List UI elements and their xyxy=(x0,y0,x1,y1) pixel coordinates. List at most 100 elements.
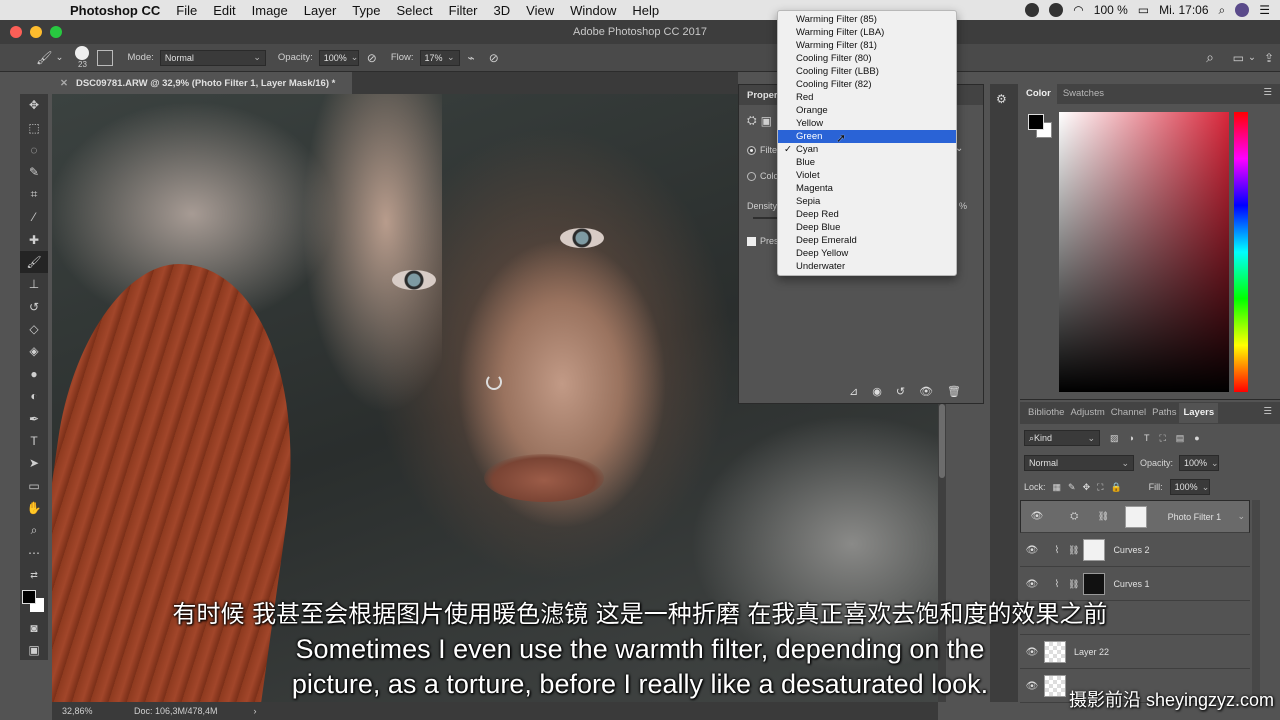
workspace-icon[interactable]: ▭ xyxy=(1233,51,1244,65)
battery-label[interactable]: 100 % xyxy=(1094,3,1128,17)
menu-3d[interactable]: 3D xyxy=(494,3,511,18)
adjustment-filter-icon[interactable]: ◑ xyxy=(1129,433,1134,443)
clock[interactable]: Mi. 17:06 xyxy=(1159,3,1208,17)
path-select-tool-icon[interactable]: ➤ xyxy=(20,452,48,474)
view-previous-icon[interactable]: ◉ xyxy=(872,385,882,398)
filter-option-deep-red[interactable]: Deep Red xyxy=(778,208,956,221)
filter-option-violet[interactable]: Violet xyxy=(778,169,956,182)
color-radio[interactable] xyxy=(747,171,756,181)
dodge-tool-icon[interactable]: ◐ xyxy=(20,385,48,407)
menu-filter[interactable]: Filter xyxy=(449,3,478,18)
tab-color[interactable]: Color xyxy=(1020,84,1057,104)
menu-select[interactable]: Select xyxy=(396,3,432,18)
color-option[interactable]: Colo xyxy=(747,171,779,181)
tab-paths[interactable]: Paths xyxy=(1149,403,1179,423)
swap-colors-icon[interactable]: ⇄ xyxy=(20,564,48,586)
close-window-button[interactable] xyxy=(10,26,22,38)
eyedropper-tool-icon[interactable]: ⁄ xyxy=(20,206,48,228)
fill-input[interactable]: 100% xyxy=(1169,479,1210,495)
filter-option-red[interactable]: Red xyxy=(778,91,956,104)
delete-icon[interactable]: 🗑 xyxy=(947,385,961,398)
zoom-level[interactable]: 32,86% xyxy=(62,706,134,716)
layer-row[interactable]: 👁 ⛭ ⛓ Photo Filter 1 xyxy=(1020,500,1250,533)
filter-option-deep-blue[interactable]: Deep Blue xyxy=(778,221,956,234)
panel-menu-icon[interactable]: ☰ xyxy=(1263,87,1272,98)
move-tool-icon[interactable]: ✥ xyxy=(20,94,48,116)
menu-type[interactable]: Type xyxy=(352,3,380,18)
brush-preset-picker[interactable]: 23 xyxy=(73,46,91,69)
kind-filter-select[interactable]: ⌕ Kind xyxy=(1024,430,1100,446)
crop-tool-icon[interactable]: ⌗ xyxy=(20,184,48,206)
more-tools-icon[interactable]: ⋯ xyxy=(20,542,48,564)
filter-option-cyan[interactable]: ✓ Cyan xyxy=(778,143,956,156)
properties-panel-icon[interactable]: ⚙ xyxy=(996,92,1007,106)
blend-mode-select[interactable]: Normal xyxy=(1024,455,1134,471)
mode-select[interactable]: Normal xyxy=(159,49,266,66)
layer-visibility-icon[interactable]: 👁 xyxy=(1020,545,1044,556)
eraser-tool-icon[interactable]: ◇ xyxy=(20,318,48,340)
type-tool-icon[interactable]: T xyxy=(20,430,48,452)
share-icon[interactable]: ⇪ xyxy=(1264,51,1274,65)
filter-option-cooling-lbb[interactable]: Cooling Filter (LBB) xyxy=(778,65,956,78)
menu-image[interactable]: Image xyxy=(252,3,288,18)
filter-option-warming-81[interactable]: Warming Filter (81) xyxy=(778,39,956,52)
record-icon[interactable] xyxy=(1025,3,1040,17)
filter-option-cooling-80[interactable]: Cooling Filter (80) xyxy=(778,52,956,65)
app-menu[interactable]: Photoshop CC xyxy=(70,3,160,18)
layers-menu-icon[interactable]: ☰ xyxy=(1263,406,1272,417)
smart-object-filter-icon[interactable]: ▤ xyxy=(1176,433,1185,444)
brush-tool-icon[interactable]: 🖌 xyxy=(20,250,48,274)
filter-option-deep-yellow[interactable]: Deep Yellow xyxy=(778,247,956,260)
filter-option-warming-85[interactable]: Warming Filter (85) xyxy=(778,13,956,26)
pen-tool-icon[interactable]: ✒ xyxy=(20,407,48,429)
density-slider[interactable] xyxy=(753,217,777,219)
document-tab[interactable]: ✕ DSC09781.ARW @ 32,9% (Photo Filter 1, … xyxy=(52,72,352,94)
paint-bucket-tool-icon[interactable]: ◈ xyxy=(20,340,48,362)
preserve-luminosity-option[interactable]: Pres xyxy=(747,236,779,246)
spotlight-icon[interactable]: ⌕ xyxy=(1219,3,1226,18)
photo-filter-icon[interactable]: ⛭ xyxy=(747,113,757,128)
filter-option-warming-lba[interactable]: Warming Filter (LBA) xyxy=(778,26,956,39)
type-filter-icon[interactable]: T xyxy=(1144,433,1150,443)
layer-row[interactable]: 👁 ⌇ ⛓ Curves 2 xyxy=(1020,534,1250,567)
link-icon[interactable]: ⛓ xyxy=(1098,511,1109,522)
zoom-tool-icon[interactable]: ⌕ xyxy=(20,519,48,541)
tab-swatches[interactable]: Swatches xyxy=(1057,84,1110,104)
creative-cloud-icon[interactable] xyxy=(1049,3,1064,17)
hue-slider[interactable] xyxy=(1234,112,1248,392)
blur-tool-icon[interactable]: ● xyxy=(20,363,48,385)
quick-select-tool-icon[interactable]: ✎ xyxy=(20,161,48,183)
layers-scrollbar[interactable] xyxy=(1252,500,1260,702)
filter-option-green[interactable]: Green ➚ xyxy=(778,130,956,145)
hand-tool-icon[interactable]: ✋ xyxy=(20,497,48,519)
reset-icon[interactable]: ↺ xyxy=(896,385,905,398)
menu-edit[interactable]: Edit xyxy=(213,3,235,18)
lasso-tool-icon[interactable]: ◌ xyxy=(20,139,48,161)
pressure-opacity-icon[interactable]: ⊘ xyxy=(367,51,377,65)
layer-visibility-icon[interactable]: 👁 xyxy=(1020,579,1044,590)
close-tab-icon[interactable]: ✕ xyxy=(60,78,68,89)
menu-file[interactable]: File xyxy=(176,3,197,18)
filter-option-sepia[interactable]: Sepia xyxy=(778,195,956,208)
preserve-luminosity-checkbox[interactable] xyxy=(747,236,756,246)
tool-preset-chevron-icon[interactable]: ⌄ xyxy=(56,52,64,63)
filter-option-underwater[interactable]: Underwater xyxy=(778,260,956,273)
flow-select[interactable]: 17% xyxy=(419,49,460,66)
shape-filter-icon[interactable]: ⛶ xyxy=(1159,433,1165,444)
menu-layer[interactable]: Layer xyxy=(304,3,337,18)
stamp-tool-icon[interactable]: ⊥ xyxy=(20,273,48,295)
pixel-filter-icon[interactable]: ▨ xyxy=(1110,433,1119,444)
battery-icon[interactable]: ▭ xyxy=(1138,3,1149,17)
filter-option-cooling-82[interactable]: Cooling Filter (82) xyxy=(778,78,956,91)
notification-icon[interactable]: ☰ xyxy=(1259,3,1270,17)
link-icon[interactable]: ⛓ xyxy=(1068,545,1079,556)
filter-option-deep-emerald[interactable]: Deep Emerald xyxy=(778,234,956,247)
foreground-color[interactable] xyxy=(22,589,36,604)
menu-window[interactable]: Window xyxy=(570,3,616,18)
brush-tool-icon[interactable]: 🖌 xyxy=(36,50,53,66)
filter-radio[interactable] xyxy=(747,145,756,155)
visibility-icon[interactable]: 👁 xyxy=(919,385,933,398)
filter-option-orange[interactable]: Orange xyxy=(778,104,956,117)
opacity-select[interactable]: 100% xyxy=(318,49,359,66)
search-icon[interactable]: ⌕ xyxy=(1206,49,1214,66)
